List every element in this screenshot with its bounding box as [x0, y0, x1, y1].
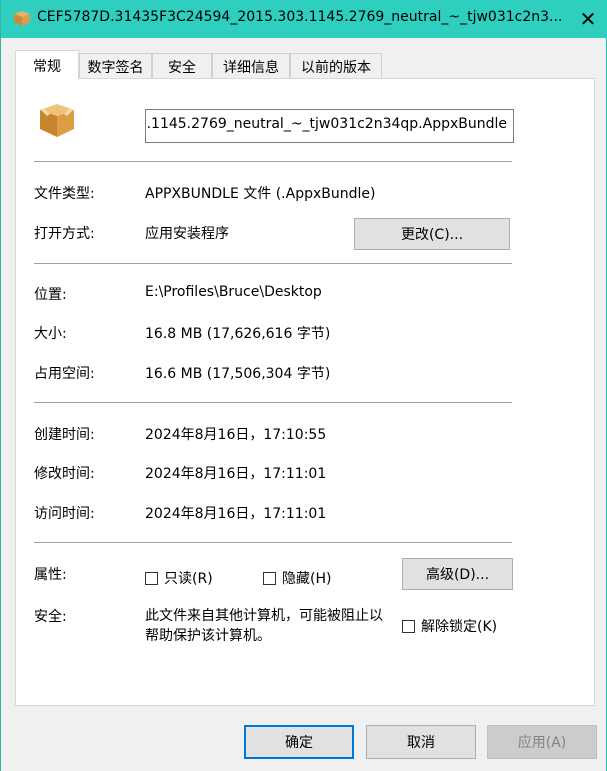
file-name-field[interactable]: CEF5787D.31435F3C24594_2015.303.1145.276… — [145, 109, 514, 143]
location-label: 位置: — [34, 287, 67, 303]
apply-button[interactable]: 应用(A) — [487, 725, 597, 759]
package-file-icon — [40, 104, 74, 137]
title-bar[interactable]: CEF5787D.31435F3C24594_2015.303.1145.276… — [1, 0, 607, 38]
ok-button[interactable]: 确定 — [244, 725, 354, 759]
created-value: 2024年8月16日，17:10:55 — [145, 427, 327, 443]
hidden-checkbox[interactable]: 隐藏(H) — [263, 568, 331, 588]
close-button[interactable]: ✕ — [568, 0, 607, 38]
modified-label: 修改时间: — [34, 466, 95, 482]
modified-value: 2024年8月16日，17:11:01 — [145, 466, 327, 482]
accessed-label: 访问时间: — [34, 506, 95, 522]
package-icon — [14, 11, 30, 26]
size-label: 大小: — [34, 326, 67, 342]
tab-digital-signatures[interactable]: 数字签名 — [79, 53, 152, 79]
tab-label: 以前的版本 — [301, 59, 371, 76]
unblock-checkbox-label: 解除锁定(K) — [421, 619, 498, 635]
location-value: E:\Profiles\Bruce\Desktop — [145, 284, 322, 300]
security-message: 此文件来自其他计算机，可能被阻止以帮助保护该计算机。 — [145, 608, 383, 644]
file-type-label: 文件类型: — [34, 186, 95, 202]
created-label: 创建时间: — [34, 427, 95, 443]
tab-details[interactable]: 详细信息 — [212, 53, 290, 79]
cancel-button[interactable]: 取消 — [366, 725, 476, 759]
tab-previous-versions[interactable]: 以前的版本 — [290, 53, 382, 79]
file-name-text: CEF5787D.31435F3C24594_2015.303.1145.276… — [146, 116, 507, 132]
tab-label: 数字签名 — [87, 59, 144, 76]
close-icon: ✕ — [579, 7, 597, 31]
tab-security[interactable]: 安全 — [152, 53, 212, 79]
readonly-checkbox-label: 只读(R) — [164, 571, 213, 587]
attributes-label: 属性: — [34, 567, 67, 583]
tab-label: 安全 — [168, 59, 196, 76]
tab-label: 常规 — [33, 58, 61, 75]
checkbox-box[interactable] — [145, 571, 158, 585]
separator — [34, 402, 512, 403]
general-panel: CEF5787D.31435F3C24594_2015.303.1145.276… — [15, 78, 595, 706]
properties-window: CEF5787D.31435F3C24594_2015.303.1145.276… — [0, 0, 607, 771]
security-label: 安全: — [34, 609, 67, 625]
tab-general[interactable]: 常规 — [15, 50, 79, 80]
separator — [34, 161, 512, 162]
separator — [34, 542, 512, 543]
disk-size-label: 占用空间: — [34, 366, 95, 382]
readonly-checkbox[interactable]: 只读(R) — [145, 568, 213, 588]
file-type-value: APPXBUNDLE 文件 (.AppxBundle) — [145, 186, 376, 202]
checkbox-box[interactable] — [263, 571, 276, 585]
accessed-value: 2024年8月16日，17:11:01 — [145, 506, 327, 522]
size-value: 16.8 MB (17,626,616 字节) — [145, 326, 331, 342]
unblock-checkbox[interactable]: 解除锁定(K) — [402, 616, 497, 636]
open-with-value: 应用安装程序 — [145, 226, 229, 242]
window-title: CEF5787D.31435F3C24594_2015.303.1145.276… — [37, 9, 563, 25]
checkbox-box[interactable] — [402, 619, 415, 633]
change-button[interactable]: 更改(C)... — [354, 218, 510, 250]
advanced-button[interactable]: 高级(D)... — [402, 558, 513, 590]
separator — [34, 263, 512, 264]
hidden-checkbox-label: 隐藏(H) — [282, 571, 332, 587]
tab-label: 详细信息 — [223, 59, 279, 76]
disk-size-value: 16.6 MB (17,506,304 字节) — [145, 366, 331, 382]
open-with-label: 打开方式: — [34, 226, 95, 242]
